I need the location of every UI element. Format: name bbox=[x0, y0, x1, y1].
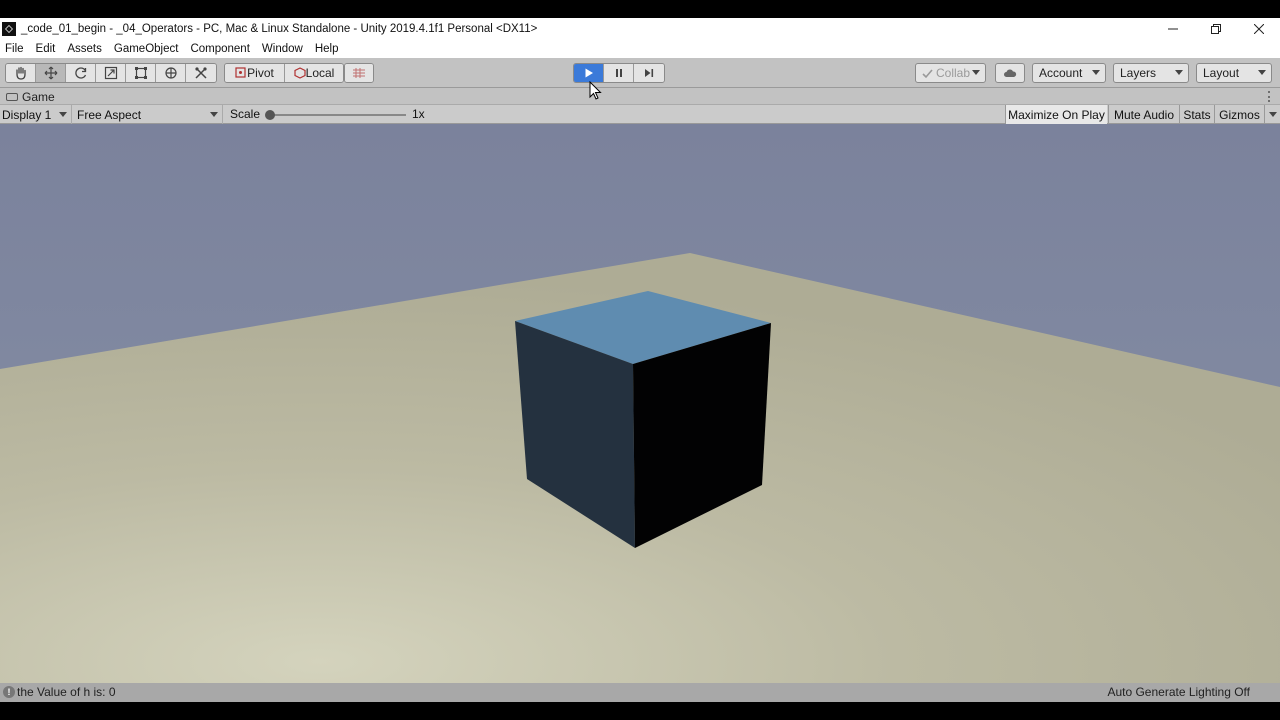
menu-edit[interactable]: Edit bbox=[36, 43, 56, 55]
tab-game-label: Game bbox=[22, 89, 55, 104]
snap-button[interactable] bbox=[345, 64, 373, 82]
info-icon: ! bbox=[3, 686, 15, 698]
cloud-button[interactable] bbox=[995, 63, 1025, 83]
grid-snap-icon bbox=[353, 68, 365, 78]
minimize-button[interactable] bbox=[1151, 18, 1194, 40]
mute-audio-toggle[interactable]: Mute Audio bbox=[1108, 105, 1179, 124]
gamepad-icon bbox=[6, 92, 18, 101]
pivot-label: Pivot bbox=[247, 66, 274, 80]
layout-label: Layout bbox=[1203, 66, 1240, 80]
scale-tool-button[interactable] bbox=[96, 64, 126, 82]
scale-value: 1x bbox=[412, 107, 425, 121]
account-label: Account bbox=[1039, 66, 1083, 80]
tab-game[interactable]: Game bbox=[0, 88, 55, 105]
maximize-on-play-toggle[interactable]: Maximize On Play bbox=[1005, 105, 1107, 124]
hand-tool-button[interactable] bbox=[6, 64, 36, 82]
hand-icon bbox=[15, 66, 26, 80]
game-view-controls: Display 1 Free Aspect Scale 1x Maximize … bbox=[0, 105, 1280, 124]
scene-render bbox=[0, 124, 1280, 683]
custom-tool-icon bbox=[195, 67, 207, 79]
panel-tab-row: Game bbox=[0, 88, 1280, 105]
status-bar: ! the Value of h is: 0 Auto Generate Lig… bbox=[0, 683, 1280, 702]
letterbox-bottom bbox=[0, 702, 1280, 720]
move-icon bbox=[44, 66, 57, 80]
menu-component[interactable]: Component bbox=[190, 43, 249, 55]
panel-menu-button[interactable] bbox=[1268, 91, 1271, 102]
rotate-icon bbox=[74, 67, 86, 79]
close-icon bbox=[1253, 24, 1264, 34]
chevron-down-icon bbox=[1258, 70, 1266, 75]
play-icon bbox=[585, 68, 593, 78]
game-view[interactable] bbox=[0, 124, 1280, 683]
layers-dropdown[interactable]: Layers bbox=[1113, 63, 1189, 83]
minimize-icon bbox=[1167, 28, 1178, 30]
pivot-local-group: Pivot Local bbox=[224, 63, 344, 83]
close-button[interactable] bbox=[1237, 18, 1280, 40]
rect-tool-button[interactable] bbox=[126, 64, 156, 82]
transform-icon bbox=[164, 67, 177, 79]
mouse-cursor-icon bbox=[589, 81, 602, 100]
stats-toggle[interactable]: Stats bbox=[1179, 105, 1214, 124]
layout-dropdown[interactable]: Layout bbox=[1196, 63, 1272, 83]
step-icon bbox=[645, 69, 654, 77]
snap-group bbox=[344, 63, 374, 83]
rotate-tool-button[interactable] bbox=[66, 64, 96, 82]
transform-tools bbox=[5, 63, 217, 83]
main-toolbar: Pivot Local Collab Account Layers Layout bbox=[0, 58, 1280, 88]
pivot-icon bbox=[235, 67, 246, 78]
collab-dropdown[interactable]: Collab bbox=[915, 63, 986, 83]
scale-icon bbox=[104, 66, 117, 80]
menu-help[interactable]: Help bbox=[315, 43, 339, 55]
display-label: Display 1 bbox=[2, 107, 52, 122]
menu-assets[interactable]: Assets bbox=[67, 43, 102, 55]
local-label: Local bbox=[305, 66, 335, 80]
menu-file[interactable]: File bbox=[5, 43, 24, 55]
window-controls bbox=[1151, 18, 1280, 40]
checkmark-icon bbox=[922, 68, 933, 78]
menu-gameobject[interactable]: GameObject bbox=[114, 43, 179, 55]
chevron-down-icon bbox=[1092, 70, 1100, 75]
custom-tool-button[interactable] bbox=[186, 64, 216, 82]
lighting-status: Auto Generate Lighting Off bbox=[1107, 685, 1250, 699]
pause-icon bbox=[615, 69, 622, 77]
aspect-label: Free Aspect bbox=[77, 107, 142, 122]
transform-tool-button[interactable] bbox=[156, 64, 186, 82]
chevron-down-icon bbox=[59, 112, 67, 117]
layers-label: Layers bbox=[1120, 66, 1157, 80]
play-controls bbox=[573, 63, 665, 83]
local-icon bbox=[294, 67, 306, 79]
kebab-icon bbox=[1268, 91, 1270, 93]
letterbox-top bbox=[0, 0, 1280, 18]
scale-label: Scale bbox=[230, 107, 261, 121]
scale-slider-track[interactable] bbox=[268, 114, 406, 116]
step-button[interactable] bbox=[634, 64, 664, 82]
chevron-down-icon bbox=[972, 70, 980, 75]
pivot-toggle[interactable]: Pivot bbox=[225, 64, 285, 82]
chevron-down-icon bbox=[1175, 70, 1183, 75]
pause-button[interactable] bbox=[604, 64, 634, 82]
restore-icon bbox=[1210, 24, 1221, 34]
account-dropdown[interactable]: Account bbox=[1032, 63, 1106, 83]
menu-bar: File Edit Assets GameObject Component Wi… bbox=[0, 40, 1280, 58]
gizmos-dropdown-arrow[interactable] bbox=[1264, 105, 1280, 124]
cloud-icon bbox=[1004, 69, 1017, 77]
scale-slider-thumb[interactable] bbox=[265, 110, 275, 120]
gizmos-toggle[interactable]: Gizmos bbox=[1214, 105, 1264, 124]
aspect-dropdown[interactable]: Free Aspect bbox=[75, 105, 223, 124]
unity-logo-icon bbox=[2, 22, 16, 36]
move-tool-button[interactable] bbox=[36, 64, 66, 82]
menu-window[interactable]: Window bbox=[262, 43, 303, 55]
display-dropdown[interactable]: Display 1 bbox=[0, 105, 72, 124]
window-title: _code_01_begin - _04_Operators - PC, Mac… bbox=[21, 23, 538, 35]
play-button[interactable] bbox=[574, 64, 604, 82]
rect-icon bbox=[134, 67, 147, 79]
local-toggle[interactable]: Local bbox=[285, 64, 343, 82]
console-last-message[interactable]: the Value of h is: 0 bbox=[17, 683, 116, 702]
restore-button[interactable] bbox=[1194, 18, 1237, 40]
chevron-down-icon bbox=[210, 112, 218, 117]
title-bar: _code_01_begin - _04_Operators - PC, Mac… bbox=[0, 18, 1280, 40]
collab-label: Collab bbox=[936, 66, 971, 80]
